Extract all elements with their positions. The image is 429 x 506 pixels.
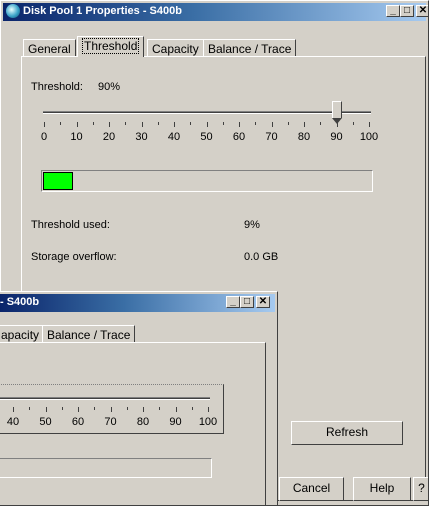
front-slider-tick-mark xyxy=(13,407,14,412)
front-slider-tick-mark xyxy=(191,407,193,410)
front-slider-tick-label: 90 xyxy=(169,416,182,428)
cancel-button[interactable]: Cancel xyxy=(279,477,344,501)
slider-tick-mark xyxy=(174,122,175,127)
slider-tick-mark xyxy=(109,122,110,127)
front-slider-tick-label: 40 xyxy=(6,416,20,428)
front-slider-tick-mark xyxy=(78,407,79,412)
slider-tick-mark xyxy=(271,122,273,127)
question-button[interactable]: ? xyxy=(413,477,428,501)
slider-tick-mark xyxy=(255,122,257,125)
front-slider-tick-mark xyxy=(126,407,128,410)
slider-tick-label: 40 xyxy=(167,131,181,143)
threshold-slider-track[interactable] xyxy=(43,111,371,114)
front-window-title: - S400b xyxy=(0,296,40,308)
front-tab-capacity[interactable]: apacity xyxy=(0,325,45,343)
threshold-used-label: Threshold used: xyxy=(31,219,110,231)
slider-tick-mark xyxy=(369,122,370,127)
front-slider-tick-mark xyxy=(29,407,31,410)
slider-tick-label: 30 xyxy=(135,131,148,143)
tab-threshold-label: Threshold xyxy=(82,38,140,54)
front-title-bar[interactable]: - S400b _ □ ✕ xyxy=(0,294,275,312)
slider-tick-mark xyxy=(125,122,127,125)
front-slider-tick-label: 60 xyxy=(71,416,85,428)
app-icon xyxy=(6,4,20,18)
slider-tick-mark xyxy=(157,122,159,125)
slider-tick-mark xyxy=(141,122,143,127)
front-slider-tick-mark xyxy=(45,407,47,412)
slider-tick-label: 60 xyxy=(232,131,246,143)
front-slider-tick-mark xyxy=(159,407,161,410)
slider-tick-label: 0 xyxy=(40,131,48,143)
front-slider-tick-label: 70 xyxy=(104,416,117,428)
slider-tick-label: 50 xyxy=(200,131,213,143)
front-slider-tick-label: 50 xyxy=(39,416,52,428)
slider-tick-mark xyxy=(336,122,338,127)
threshold-value: 90% xyxy=(98,81,121,93)
close-icon[interactable]: ✕ xyxy=(416,5,428,17)
maximize-icon[interactable]: □ xyxy=(400,5,414,17)
slider-tick-label: 20 xyxy=(102,131,116,143)
minimize-icon[interactable]: _ xyxy=(386,5,400,17)
threshold-used-fill xyxy=(43,172,73,190)
threshold-label: Threshold: xyxy=(31,81,83,93)
slider-tick-mark xyxy=(206,122,208,127)
window-title: Disk Pool 1 Properties - S400b xyxy=(23,5,182,17)
front-slider-tick-label: 100 xyxy=(198,416,218,428)
slider-tick-label: 70 xyxy=(265,131,278,143)
slider-tick-mark xyxy=(352,122,354,125)
slider-tick-mark xyxy=(76,122,78,127)
slider-tick-mark xyxy=(44,122,45,127)
slider-tick-mark xyxy=(320,122,322,125)
help-button[interactable]: Help xyxy=(353,477,411,501)
front-close-icon[interactable]: ✕ xyxy=(256,296,270,308)
slider-tick-mark xyxy=(304,122,305,127)
threshold-slider-thumb[interactable] xyxy=(331,101,342,124)
refresh-button[interactable]: Refresh xyxy=(291,421,403,445)
front-slider-tick-mark xyxy=(175,407,177,412)
front-slider-tick-mark xyxy=(94,407,96,410)
slider-tick-mark xyxy=(92,122,94,125)
front-minimize-icon[interactable]: _ xyxy=(226,296,240,308)
slider-tick-label: 100 xyxy=(359,131,379,143)
slider-tick-mark xyxy=(239,122,240,127)
slider-tick-label: 80 xyxy=(297,131,311,143)
tab-balance-trace[interactable]: Balance / Trace xyxy=(203,39,297,57)
front-slider-tick-mark xyxy=(208,407,209,412)
front-slider-tick-label: 80 xyxy=(136,416,150,428)
front-slider-track[interactable] xyxy=(0,397,210,400)
slider-tick-mark xyxy=(287,122,289,125)
front-progress-bar xyxy=(0,458,212,478)
slider-tick-mark xyxy=(190,122,192,125)
tab-general[interactable]: General xyxy=(23,39,76,57)
storage-overflow-label: Storage overflow: xyxy=(31,251,117,263)
title-bar[interactable]: Disk Pool 1 Properties - S400b _ □ ✕ xyxy=(3,3,428,21)
storage-overflow-value: 0.0 GB xyxy=(244,251,279,263)
tab-capacity[interactable]: Capacity xyxy=(147,39,204,57)
overlapping-window: - S400b _ □ ✕ apacity Balance / Trace 40… xyxy=(0,291,278,506)
front-maximize-icon[interactable]: □ xyxy=(240,296,254,308)
front-slider-tick-mark xyxy=(110,407,112,412)
front-tab-balance-trace[interactable]: Balance / Trace xyxy=(42,325,136,343)
slider-tick-label: 10 xyxy=(70,131,83,143)
threshold-used-bar xyxy=(41,170,373,192)
slider-tick-label: 90 xyxy=(330,131,343,143)
tab-threshold[interactable]: Threshold xyxy=(77,36,145,57)
threshold-used-value: 9% xyxy=(244,219,260,231)
slider-tick-mark xyxy=(60,122,62,125)
front-slider-tick-mark xyxy=(61,407,63,410)
front-slider-tick-mark xyxy=(143,407,144,412)
slider-tick-mark xyxy=(222,122,224,125)
